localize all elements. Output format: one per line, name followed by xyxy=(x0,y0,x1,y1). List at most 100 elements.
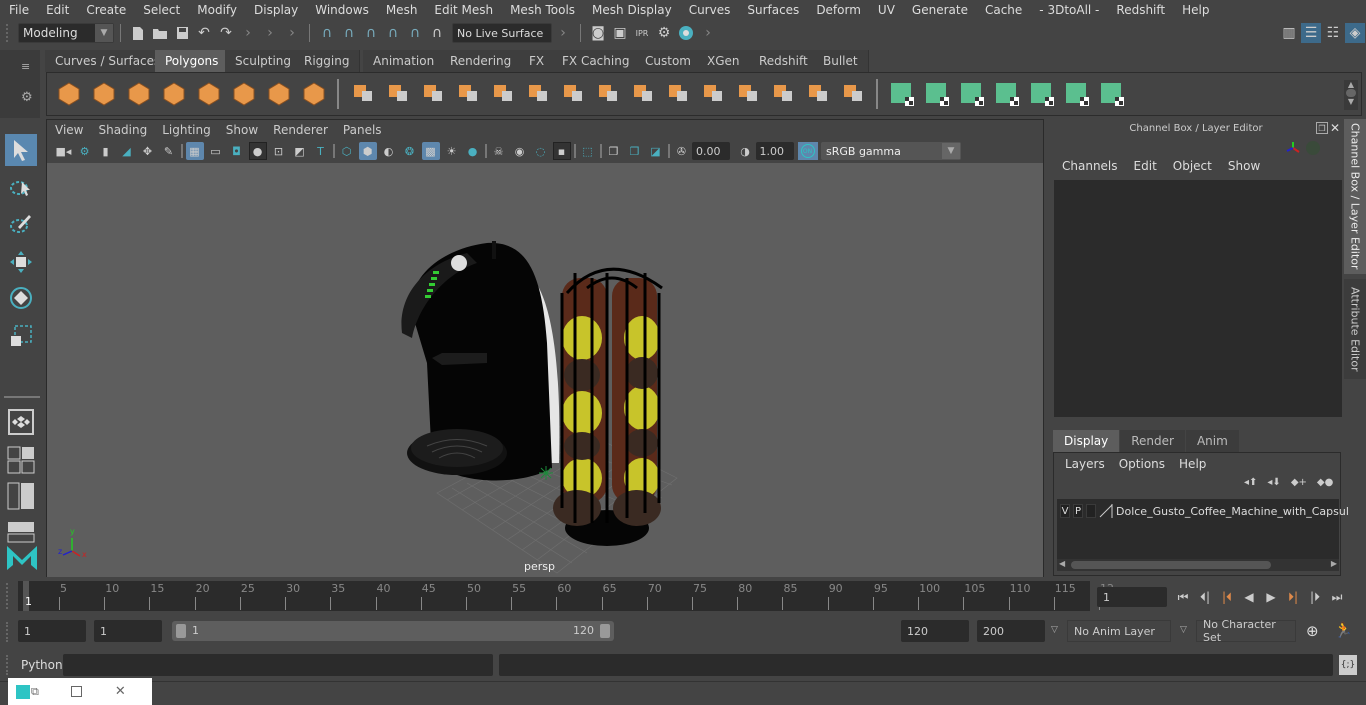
step-back-icon[interactable]: ⏴| xyxy=(1194,586,1216,608)
shelf-tab-custom[interactable]: Custom xyxy=(635,50,702,72)
new-layer-from-selection-icon[interactable]: ◆● xyxy=(1317,477,1333,488)
current-frame-field[interactable]: 1 xyxy=(1097,587,1167,607)
command-input[interactable] xyxy=(63,654,493,676)
shelf-tab-bullet[interactable]: Bullet xyxy=(813,50,869,72)
snap-point-icon[interactable]: ∩ xyxy=(361,23,381,43)
shelf-tab-fx[interactable]: FX xyxy=(519,50,556,72)
menu-generate[interactable]: Generate xyxy=(903,3,976,17)
shadows-icon[interactable]: ☀ xyxy=(443,142,461,160)
viewport-menu-show[interactable]: Show xyxy=(218,123,265,137)
playback-start-field[interactable]: 1 xyxy=(94,620,162,642)
grip-handle[interactable] xyxy=(0,581,18,611)
menu-surfaces[interactable]: Surfaces xyxy=(738,3,807,17)
extract-icon[interactable] xyxy=(487,79,518,110)
grease-pencil-icon[interactable]: ✎ xyxy=(160,142,178,160)
menu-file[interactable]: File xyxy=(0,3,37,17)
fill-hole-icon[interactable] xyxy=(767,79,798,110)
use-all-lights-icon[interactable]: ▩ xyxy=(421,142,440,160)
menu-uv[interactable]: UV xyxy=(869,3,903,17)
hud-icon[interactable]: ❐ xyxy=(605,142,623,160)
smooth-shade-icon[interactable]: ⬢ xyxy=(358,142,377,160)
image-plane-icon[interactable]: ◢ xyxy=(118,142,136,160)
select-tool[interactable] xyxy=(5,134,37,166)
tool-settings-toggle-icon[interactable]: ☷ xyxy=(1323,23,1343,43)
layer-color-swatch[interactable] xyxy=(1099,504,1113,518)
menu-mesh-tools[interactable]: Mesh Tools xyxy=(501,3,583,17)
shelf-tab-animation[interactable]: Animation xyxy=(363,50,446,72)
range-slider[interactable]: 1 120 xyxy=(172,621,614,641)
play-backward-icon[interactable]: ◀ xyxy=(1238,586,1260,608)
horizontal-scrollbar[interactable]: ◀ ▶ xyxy=(1057,559,1339,571)
snap-live-icon[interactable]: ∩ xyxy=(427,23,447,43)
menu-select[interactable]: Select xyxy=(134,3,188,17)
poly-cube-icon[interactable] xyxy=(88,79,119,110)
script-editor-icon[interactable]: {;} xyxy=(1339,655,1357,675)
new-scene-icon[interactable] xyxy=(128,23,148,43)
render-frame-icon[interactable]: ▣ xyxy=(610,23,630,43)
tab-channel-box[interactable]: Channel Box / Layer Editor xyxy=(1344,119,1366,274)
move-tool[interactable] xyxy=(5,246,37,278)
grip-handle[interactable] xyxy=(0,653,18,677)
display-type-toggle[interactable] xyxy=(1086,504,1096,518)
poly-pipe-icon[interactable] xyxy=(298,79,329,110)
menu-edit[interactable]: Edit xyxy=(37,3,77,17)
collapse-icon[interactable] xyxy=(837,79,868,110)
channel-menu-object[interactable]: Object xyxy=(1165,159,1220,173)
scroll-right-icon[interactable]: ▶ xyxy=(1331,559,1337,568)
shelf-scroll[interactable]: ▲ ▼ xyxy=(1344,80,1358,110)
scroll-thumb[interactable] xyxy=(1071,561,1271,569)
uv-spherical-icon[interactable] xyxy=(956,79,987,110)
viewport-menu-lighting[interactable]: Lighting xyxy=(154,123,218,137)
viewport-menu-shading[interactable]: Shading xyxy=(90,123,154,137)
safe-action-icon[interactable]: ◩ xyxy=(291,142,309,160)
isolate-select-icon[interactable]: ◌ xyxy=(532,142,550,160)
paint-select-tool[interactable] xyxy=(5,208,37,240)
uv-unfold-icon[interactable] xyxy=(1026,79,1057,110)
scroll-left-icon[interactable]: ◀ xyxy=(1059,559,1065,568)
prev-key-icon[interactable]: |⏴ xyxy=(1216,586,1238,608)
shelf-tab-xgen[interactable]: XGen xyxy=(697,50,751,72)
manipulator-axes-icon[interactable] xyxy=(1286,141,1300,158)
poly-pyramid-icon[interactable] xyxy=(263,79,294,110)
viewport-menu-panels[interactable]: Panels xyxy=(335,123,389,137)
rotate-tool[interactable] xyxy=(5,282,37,314)
snap-grid-icon[interactable]: ∩ xyxy=(317,23,337,43)
move-layer-down-icon[interactable]: ◂⬇ xyxy=(1267,477,1280,488)
mode-selector[interactable]: Modeling ▼ xyxy=(18,23,114,43)
film-gate-icon[interactable]: ▭ xyxy=(207,142,225,160)
collapse-arrow-icon[interactable]: › xyxy=(553,23,573,43)
menu-cache[interactable]: Cache xyxy=(976,3,1030,17)
menu-display[interactable]: Display xyxy=(245,3,306,17)
uv-automatic-icon[interactable] xyxy=(991,79,1022,110)
poly-diamond-icon[interactable] xyxy=(193,79,224,110)
subdivide-icon[interactable] xyxy=(522,79,553,110)
snap-view-plane-icon[interactable]: ∩ xyxy=(383,23,403,43)
xray-icon[interactable]: ☠ xyxy=(490,142,508,160)
float-panel-icon[interactable]: ❐ xyxy=(1316,122,1328,134)
insert-edge-loop-icon[interactable] xyxy=(697,79,728,110)
start-time-field[interactable]: 1 xyxy=(18,620,86,642)
toggle-icon[interactable] xyxy=(1306,141,1320,155)
shelf-tab-rendering[interactable]: Rendering xyxy=(440,50,523,72)
menu-deform[interactable]: Deform xyxy=(807,3,869,17)
menu-modify[interactable]: Modify xyxy=(188,3,245,17)
command-language-label[interactable]: Python xyxy=(21,658,63,672)
wireframe-on-shaded-icon[interactable]: ◐ xyxy=(380,142,398,160)
go-to-start-icon[interactable]: ⏮ xyxy=(1172,586,1194,608)
hypershade-icon[interactable] xyxy=(676,23,696,43)
arrow-down-icon[interactable]: ▼ xyxy=(1344,97,1358,106)
screen-space-ao-icon[interactable]: ● xyxy=(464,142,482,160)
append-polygon-icon[interactable] xyxy=(732,79,763,110)
bookmark-icon[interactable]: ▮ xyxy=(97,142,115,160)
menu-mesh[interactable]: Mesh xyxy=(377,3,426,17)
exposure-field[interactable]: 0.00 xyxy=(692,142,730,160)
chevron-down-icon[interactable]: ▽ xyxy=(1051,625,1058,635)
single-perspective-layout-button[interactable] xyxy=(5,406,37,438)
camera-select-icon[interactable]: ■◂ xyxy=(55,142,73,160)
layer-menu-help[interactable]: Help xyxy=(1172,457,1213,471)
channel-menu-show[interactable]: Show xyxy=(1220,159,1268,173)
channel-menu-edit[interactable]: Edit xyxy=(1126,159,1165,173)
grid-toggle-icon[interactable]: ▦ xyxy=(185,142,204,160)
step-forward-icon[interactable]: |⏵ xyxy=(1304,586,1326,608)
multi-cut-icon[interactable] xyxy=(557,79,588,110)
